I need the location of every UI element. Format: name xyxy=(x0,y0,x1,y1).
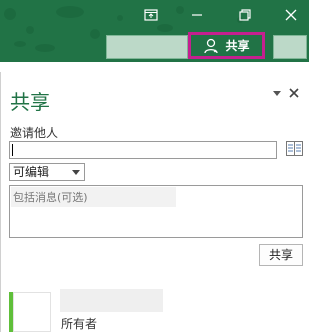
close-icon xyxy=(285,9,297,21)
pane-close-button[interactable] xyxy=(289,87,299,102)
invite-input[interactable] xyxy=(9,141,277,159)
address-book-icon xyxy=(286,141,303,156)
minimize-icon xyxy=(192,14,202,16)
permission-selected: 可编辑 xyxy=(13,165,50,179)
restore-button[interactable] xyxy=(234,5,256,25)
pane-title: 共享 xyxy=(10,90,50,114)
permission-dropdown[interactable]: 可编辑 xyxy=(9,163,85,181)
window-close-button[interactable] xyxy=(280,5,302,25)
message-input[interactable]: 包括消息(可选) xyxy=(9,185,303,238)
ribbon-share-label: 共享 xyxy=(225,39,250,53)
close-icon xyxy=(289,88,299,98)
dropdown-arrow-icon xyxy=(72,170,80,175)
ribbon-placeholder-block xyxy=(106,35,188,59)
owner-name-redacted xyxy=(60,289,163,312)
owner-avatar xyxy=(13,292,51,332)
restore-icon xyxy=(239,9,251,21)
pane-options-button[interactable] xyxy=(272,87,282,102)
text-cursor xyxy=(12,144,13,156)
minimize-button[interactable] xyxy=(186,5,208,25)
invite-label: 邀请他人 xyxy=(10,126,59,140)
share-submit-button[interactable]: 共享 xyxy=(259,244,303,266)
person-icon xyxy=(204,38,219,53)
chevron-down-icon xyxy=(273,91,281,96)
owner-role: 所有者 xyxy=(61,317,98,331)
message-placeholder: 包括消息(可选) xyxy=(13,191,88,204)
ribbon-placeholder-block-right xyxy=(273,35,307,59)
address-book-button[interactable] xyxy=(286,141,303,156)
ribbon-display-options-button[interactable] xyxy=(140,5,162,25)
ribbon-titlebar: 共享 xyxy=(0,0,309,62)
ribbon-share-button[interactable]: 共享 xyxy=(188,32,265,59)
ribbon-display-icon xyxy=(144,9,158,21)
